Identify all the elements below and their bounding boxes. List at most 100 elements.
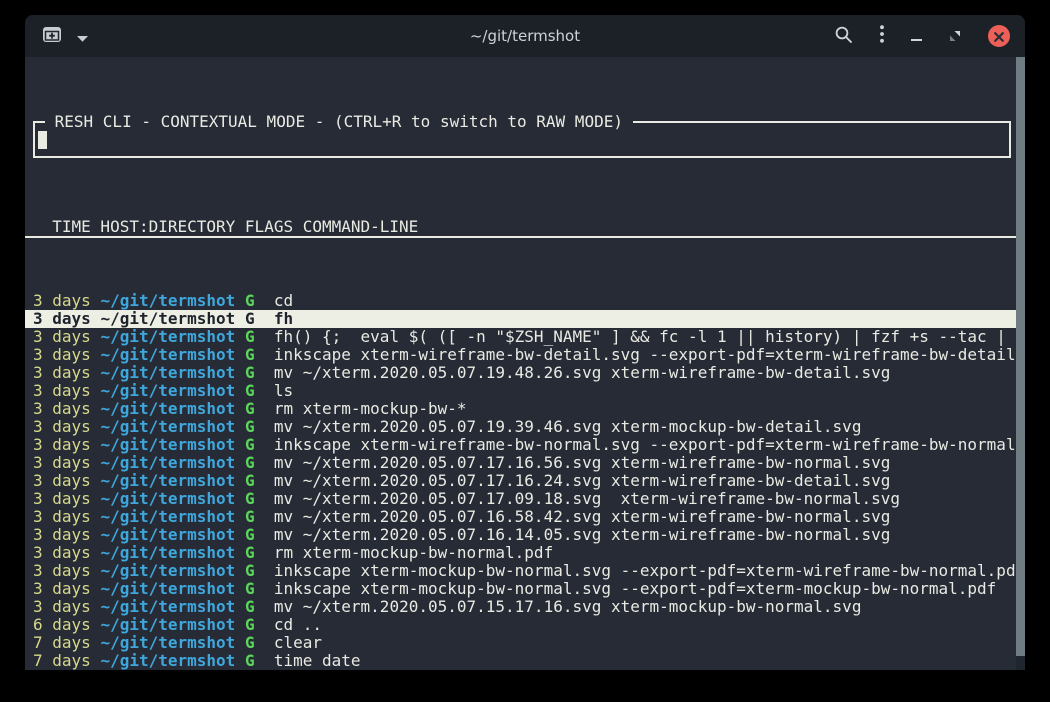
row-flags: G (245, 652, 255, 670)
window-menu-button[interactable] (880, 25, 884, 47)
titlebar[interactable]: ~/git/termshot (25, 15, 1025, 57)
row-command: inkscape xterm-mockup-bw-normal.svg --ex… (255, 562, 1025, 580)
row-time: 3 days (33, 580, 100, 598)
restore-icon (949, 27, 961, 46)
close-icon (994, 27, 1004, 46)
table-header: TIME HOST:DIRECTORY FLAGS COMMAND-LINE (25, 218, 1025, 238)
row-flags: G (245, 598, 255, 616)
history-row[interactable]: 3 days ~/git/termshot G mv ~/xterm.2020.… (25, 454, 1025, 472)
history-row[interactable]: 3 days ~/git/termshot G cd (25, 292, 1025, 310)
row-time: 3 days (33, 328, 100, 346)
search-button[interactable] (834, 25, 853, 48)
history-row[interactable]: 3 days ~/git/termshot G inkscape xterm-w… (25, 346, 1025, 364)
row-time: 3 days (33, 472, 100, 490)
row-time: 3 days (33, 436, 100, 454)
row-command: cd (255, 292, 294, 310)
row-host: ~/git/termshot (100, 544, 245, 562)
row-flags: G (245, 382, 255, 400)
text-cursor (38, 131, 47, 149)
row-flags: G (245, 454, 255, 472)
tab-switcher-button[interactable] (77, 27, 88, 46)
history-row[interactable]: 7 days ~/git/termshot G time date (25, 652, 1025, 670)
history-row[interactable]: 3 days ~/git/termshot G fh (25, 310, 1025, 328)
row-host: ~/git/termshot (100, 634, 245, 652)
row-host: ~/git/termshot (100, 454, 245, 472)
history-row[interactable]: 3 days ~/git/termshot G mv ~/xterm.2020.… (25, 490, 1025, 508)
row-flags: G (245, 616, 255, 634)
terminal-content: RESH CLI - CONTEXTUAL MODE - (CTRL+R to … (25, 57, 1025, 670)
row-command: cd .. (255, 616, 322, 634)
history-row[interactable]: 3 days ~/git/termshot G mv ~/xterm.2020.… (25, 364, 1025, 382)
history-row[interactable]: 3 days ~/git/termshot G ls (25, 382, 1025, 400)
row-time: 3 days (33, 508, 100, 526)
history-row[interactable]: 3 days ~/git/termshot G mv ~/xterm.2020.… (25, 598, 1025, 616)
row-flags: G (245, 562, 255, 580)
history-row[interactable]: 3 days ~/git/termshot G inkscape xterm-m… (25, 580, 1025, 598)
row-flags: G (245, 292, 255, 310)
history-row[interactable]: 3 days ~/git/termshot G mv ~/xterm.2020.… (25, 526, 1025, 544)
history-row[interactable]: 3 days ~/git/termshot G mv ~/xterm.2020.… (25, 418, 1025, 436)
kebab-menu-icon (880, 25, 884, 47)
history-row[interactable]: 3 days ~/git/termshot G rm xterm-mockup-… (25, 544, 1025, 562)
row-flags: G (245, 364, 255, 382)
row-time: 7 days (33, 634, 100, 652)
row-host: ~/git/termshot (100, 310, 245, 328)
row-host: ~/git/termshot (100, 490, 245, 508)
scrollbar-thumb[interactable] (1016, 57, 1025, 656)
scrollbar[interactable] (1016, 57, 1025, 670)
row-flags: G (245, 544, 255, 562)
minimize-icon (911, 27, 922, 46)
row-host: ~/git/termshot (100, 598, 245, 616)
history-row[interactable]: 3 days ~/git/termshot G mv ~/xterm.2020.… (25, 472, 1025, 490)
history-row[interactable]: 6 days ~/git/termshot G cd .. (25, 616, 1025, 634)
history-row[interactable]: 3 days ~/git/termshot G inkscape xterm-w… (25, 436, 1025, 454)
history-row[interactable]: 3 days ~/git/termshot G rm xterm-mockup-… (25, 400, 1025, 418)
row-time: 3 days (33, 400, 100, 418)
row-command: inkscape xterm-wireframe-bw-normal.svg -… (255, 436, 1025, 454)
row-command: mv ~/xterm.2020.05.07.17.09.18.svg xterm… (255, 490, 900, 508)
row-command: mv ~/xterm.2020.05.07.16.14.05.svg xterm… (255, 526, 891, 544)
row-time: 3 days (33, 544, 100, 562)
row-host: ~/git/termshot (100, 292, 245, 310)
row-host: ~/git/termshot (100, 364, 245, 382)
row-flags: G (245, 400, 255, 418)
history-list: 3 days ~/git/termshot G cd3 days ~/git/t… (25, 292, 1025, 670)
row-host: ~/git/termshot (100, 652, 245, 670)
search-input[interactable]: RESH CLI - CONTEXTUAL MODE - (CTRL+R to … (33, 121, 1011, 158)
row-time: 3 days (33, 562, 100, 580)
row-host: ~/git/termshot (100, 418, 245, 436)
terminal-window: ~/git/termshot (25, 15, 1025, 670)
row-command: mv ~/xterm.2020.05.07.19.39.46.svg xterm… (255, 418, 862, 436)
row-time: 6 days (33, 616, 100, 634)
row-flags: G (245, 310, 255, 328)
history-row[interactable]: 7 days ~/git/termshot G clear (25, 634, 1025, 652)
row-host: ~/git/termshot (100, 562, 245, 580)
close-button[interactable] (988, 25, 1010, 47)
history-row[interactable]: 3 days ~/git/termshot G inkscape xterm-m… (25, 562, 1025, 580)
row-flags: G (245, 436, 255, 454)
search-icon (834, 25, 853, 48)
row-command: mv ~/xterm.2020.05.07.17.16.56.svg xterm… (255, 454, 891, 472)
row-host: ~/git/termshot (100, 400, 245, 418)
row-flags: G (245, 580, 255, 598)
restore-button[interactable] (949, 27, 961, 46)
new-tab-button[interactable] (42, 26, 62, 47)
row-command: mv ~/xterm.2020.05.07.16.58.42.svg xterm… (255, 508, 891, 526)
row-time: 3 days (33, 490, 100, 508)
row-flags: G (245, 472, 255, 490)
minimize-button[interactable] (911, 27, 922, 46)
row-time: 3 days (33, 454, 100, 472)
row-time: 3 days (33, 346, 100, 364)
row-flags: G (245, 418, 255, 436)
row-command: time date (255, 652, 361, 670)
row-time: 3 days (33, 382, 100, 400)
row-flags: G (245, 490, 255, 508)
history-row[interactable]: 3 days ~/git/termshot G fh() {; eval $( … (25, 328, 1025, 346)
row-command: mv ~/xterm.2020.05.07.15.17.16.svg xterm… (255, 598, 862, 616)
row-flags: G (245, 634, 255, 652)
row-host: ~/git/termshot (100, 508, 245, 526)
row-host: ~/git/termshot (100, 382, 245, 400)
history-row[interactable]: 3 days ~/git/termshot G mv ~/xterm.2020.… (25, 508, 1025, 526)
new-tab-icon (42, 26, 62, 47)
chevron-down-icon (77, 27, 88, 46)
